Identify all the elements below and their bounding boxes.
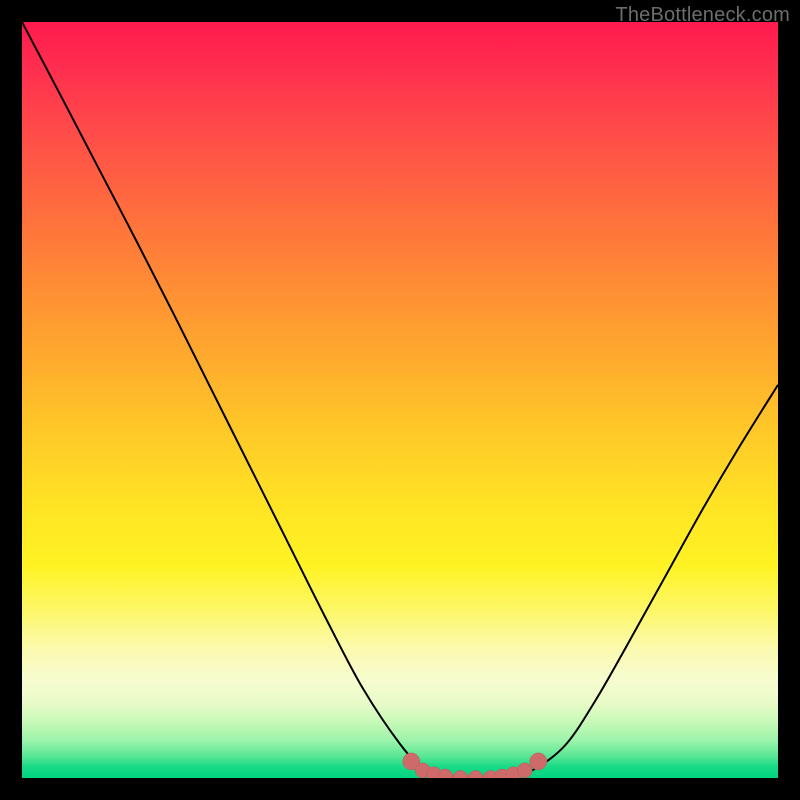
sweet-spot-marker bbox=[468, 771, 483, 779]
sweet-spot-marker bbox=[453, 771, 468, 779]
plot-area bbox=[22, 22, 778, 778]
bottleneck-curve bbox=[22, 22, 778, 778]
curve-layer bbox=[22, 22, 778, 778]
watermark-label: TheBottleneck.com bbox=[615, 4, 790, 27]
sweet-spot-marker bbox=[530, 753, 547, 770]
sweet-spot-marker bbox=[517, 763, 532, 778]
sweet-spot-markers bbox=[403, 753, 547, 778]
chart-stage: TheBottleneck.com bbox=[0, 0, 800, 800]
